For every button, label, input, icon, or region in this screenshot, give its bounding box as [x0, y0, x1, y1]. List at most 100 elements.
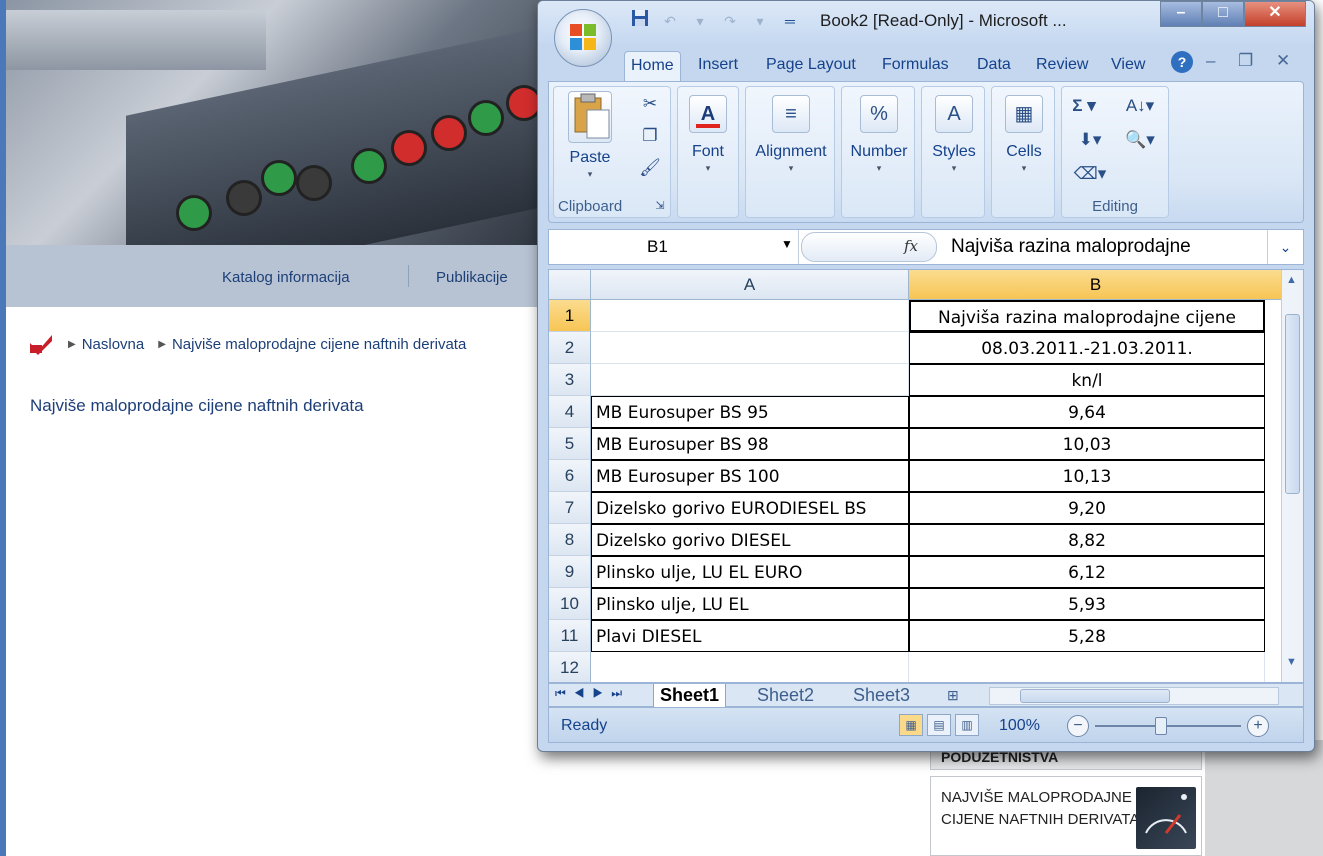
row-header[interactable]: 8 [549, 524, 591, 556]
paste-button[interactable]: Paste ▾ [560, 91, 620, 180]
row-header[interactable]: 12 [549, 652, 591, 682]
scroll-up-icon[interactable]: ▲ [1286, 274, 1297, 286]
font-button[interactable]: A Font ▾ [680, 95, 736, 174]
number-button[interactable]: % Number ▾ [844, 95, 914, 174]
cell-b[interactable]: 9,20 [909, 492, 1265, 524]
office-button[interactable] [554, 9, 612, 67]
horizontal-scrollbar[interactable] [989, 687, 1279, 705]
vertical-scroll-thumb[interactable] [1285, 314, 1300, 494]
name-box-dropdown-icon[interactable]: ▼ [781, 237, 793, 251]
cell-b[interactable] [909, 652, 1265, 682]
alignment-button[interactable]: ≡ Alignment ▾ [748, 95, 834, 174]
format-painter-icon[interactable]: 🖌 [638, 157, 662, 179]
sheet-tab-sheet2[interactable]: Sheet2 [751, 684, 820, 708]
fill-icon[interactable]: ⬇▾ [1072, 129, 1108, 151]
cell-a[interactable]: Plinsko ulje, LU EL EURO [591, 556, 909, 588]
name-box[interactable]: B1 ▼ [549, 230, 799, 264]
customize-qat-icon[interactable]: ═ [778, 9, 802, 33]
vertical-scrollbar[interactable]: ▲ ▼ [1281, 270, 1303, 682]
cell-b[interactable]: 5,28 [909, 620, 1265, 652]
font-group[interactable]: A Font ▾ [677, 86, 739, 218]
copy-icon[interactable]: ❐ [638, 125, 662, 147]
redo-icon[interactable]: ↷ [718, 9, 742, 33]
zoom-slider-track[interactable] [1095, 725, 1241, 727]
sheet-navigation-icons[interactable]: ⏮◀▶⏭ [555, 686, 630, 701]
cut-icon[interactable]: ✂ [638, 93, 662, 115]
redo-dropdown-icon[interactable]: ▾ [748, 9, 772, 33]
zoom-level[interactable]: 100% [999, 717, 1040, 735]
styles-group[interactable]: A Styles ▾ [921, 86, 985, 218]
cell-b[interactable]: 6,12 [909, 556, 1265, 588]
cell-b[interactable]: 9,64 [909, 396, 1265, 428]
formula-input[interactable]: Najviša razina maloprodajne [951, 236, 1191, 258]
row-header[interactable]: 3 [549, 364, 591, 396]
cell-b[interactable]: 5,93 [909, 588, 1265, 620]
tab-page-layout[interactable]: Page Layout [760, 51, 862, 81]
cell-a[interactable]: Dizelsko gorivo DIESEL [591, 524, 909, 556]
sheet-tab-sheet1[interactable]: Sheet1 [653, 684, 727, 708]
column-header-a[interactable]: A [591, 270, 909, 300]
cell-a[interactable]: Dizelsko gorivo EURODIESEL BS [591, 492, 909, 524]
tab-home[interactable]: Home [624, 51, 681, 81]
clipboard-launcher-icon[interactable]: ⇲ [648, 195, 672, 217]
nav-link-publikacije[interactable]: Publikacije [436, 269, 508, 286]
row-header[interactable]: 7 [549, 492, 591, 524]
worksheet-grid[interactable]: A B 1 Najviša razina maloprodajne cijene 2… [548, 269, 1304, 683]
breadcrumb-home-link[interactable]: Naslovna [82, 336, 145, 353]
zoom-slider-thumb[interactable] [1155, 717, 1167, 735]
row-header[interactable]: 1 [549, 300, 591, 332]
side-banner-cijene[interactable]: NAJVIŠE MALOPRODAJNE CIJENE NAFTNIH DERI… [930, 776, 1202, 856]
maximize-button[interactable]: □ [1202, 1, 1244, 27]
cell-a[interactable] [591, 300, 909, 332]
cell-a[interactable]: MB Eurosuper BS 95 [591, 396, 909, 428]
alignment-group[interactable]: ≡ Alignment ▾ [745, 86, 835, 218]
row-header[interactable]: 6 [549, 460, 591, 492]
zoom-in-button[interactable]: + [1247, 715, 1269, 737]
paste-dropdown-icon[interactable]: ▾ [560, 169, 620, 180]
cell-b[interactable]: 08.03.2011.-21.03.2011. [909, 332, 1265, 364]
close-button[interactable]: ✕ [1244, 1, 1306, 27]
row-header[interactable]: 11 [549, 620, 591, 652]
autosum-icon[interactable]: Σ ▾ [1072, 95, 1096, 117]
insert-function-icon[interactable]: fx [904, 237, 918, 255]
styles-button[interactable]: A Styles ▾ [924, 95, 984, 174]
cell-a[interactable]: Plinsko ulje, LU EL [591, 588, 909, 620]
column-header-b[interactable]: B [909, 270, 1283, 300]
tab-formulas[interactable]: Formulas [876, 51, 955, 81]
insert-sheet-icon[interactable]: ⊞ [941, 684, 965, 708]
normal-view-icon[interactable]: ▦ [899, 714, 923, 736]
breadcrumb-current[interactable]: Najviše maloprodajne cijene naftnih deri… [172, 336, 466, 353]
tab-view[interactable]: View [1105, 51, 1151, 81]
row-header[interactable]: 10 [549, 588, 591, 620]
clear-icon[interactable]: ⌫▾ [1072, 163, 1108, 185]
sort-filter-icon[interactable]: A↓▾ [1120, 95, 1160, 117]
cell-a[interactable]: Plavi DIESEL [591, 620, 909, 652]
cell-b[interactable]: kn/l [909, 364, 1265, 396]
row-header[interactable]: 4 [549, 396, 591, 428]
find-select-icon[interactable]: 🔍▾ [1120, 129, 1160, 151]
page-break-view-icon[interactable]: ▥ [955, 714, 979, 736]
cell-b[interactable]: 10,13 [909, 460, 1265, 492]
scroll-down-icon[interactable]: ▼ [1286, 656, 1297, 668]
cell-b[interactable]: 8,82 [909, 524, 1265, 556]
cells-group[interactable]: ▦ Cells ▾ [991, 86, 1055, 218]
cell-a[interactable]: MB Eurosuper BS 98 [591, 428, 909, 460]
tab-data[interactable]: Data [971, 51, 1017, 81]
row-header[interactable]: 9 [549, 556, 591, 588]
workbook-close-icon[interactable]: ✕ [1276, 51, 1290, 71]
cell-a[interactable] [591, 332, 909, 364]
cell-a[interactable] [591, 652, 909, 682]
nav-link-katalog[interactable]: Katalog informacija [222, 269, 350, 286]
cell-b-active[interactable]: Najviša razina maloprodajne cijene [909, 300, 1265, 332]
help-icon[interactable]: ? [1171, 51, 1193, 73]
number-group[interactable]: % Number ▾ [841, 86, 915, 218]
workbook-restore-icon[interactable]: ❐ [1238, 51, 1253, 71]
cells-button[interactable]: ▦ Cells ▾ [994, 95, 1054, 174]
sheet-tab-sheet3[interactable]: Sheet3 [847, 684, 916, 708]
tab-review[interactable]: Review [1030, 51, 1094, 81]
zoom-out-button[interactable]: − [1067, 715, 1089, 737]
workbook-minimize-icon[interactable]: – [1206, 51, 1215, 71]
cell-b[interactable]: 10,03 [909, 428, 1265, 460]
cell-a[interactable] [591, 364, 909, 396]
horizontal-scroll-thumb[interactable] [1020, 689, 1170, 703]
